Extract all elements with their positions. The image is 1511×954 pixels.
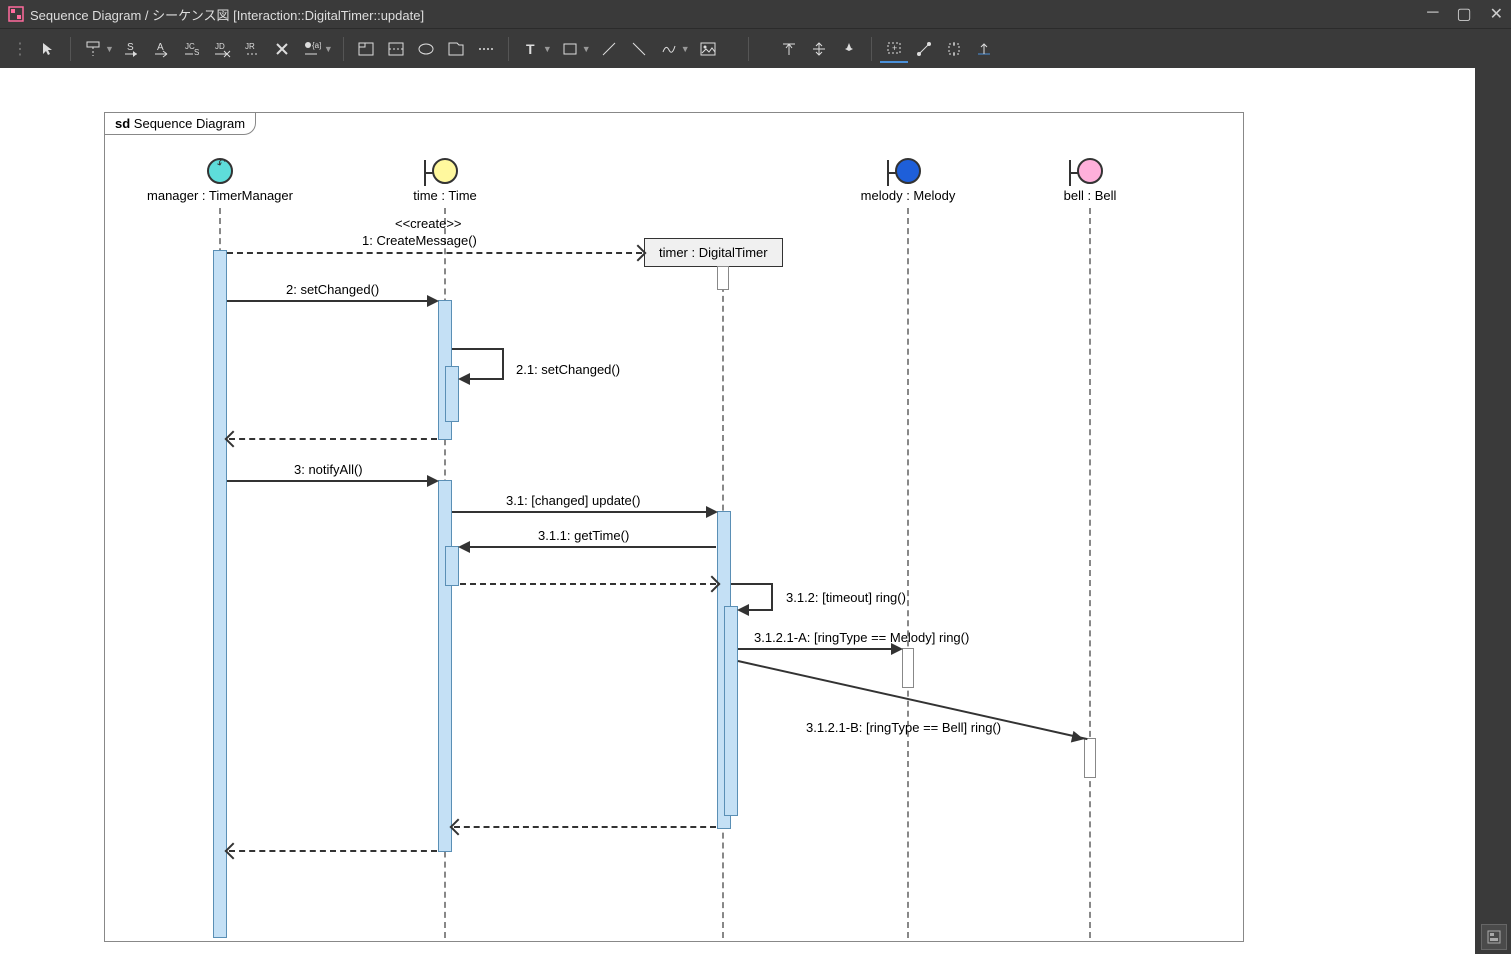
curve-dropdown[interactable]: ▼ [681, 44, 690, 54]
boundary-icon [895, 158, 921, 184]
found-message-tool[interactable]: {a} [298, 35, 326, 63]
diagram-canvas[interactable]: sd Sequence Diagram ↶ manager : TimerMan… [0, 68, 1475, 954]
activation-manager[interactable] [213, 250, 227, 938]
control-icon: ↶ [207, 158, 233, 184]
close-button[interactable]: ✕ [1490, 4, 1503, 24]
lifeline-tool[interactable] [79, 35, 107, 63]
svg-text:JD: JD [215, 42, 225, 51]
align-top-tool[interactable] [775, 35, 803, 63]
destroy-message-tool[interactable]: JD [208, 35, 236, 63]
msg-3-1[interactable] [452, 511, 716, 513]
interaction-use-tool[interactable] [442, 35, 470, 63]
lifeline-dash-bell [1089, 208, 1091, 938]
titlebar: Sequence Diagram / シーケンス図 [Interaction::… [0, 0, 1511, 28]
lifeline-label: manager : TimerManager [130, 188, 310, 203]
msg-2-1-label: 2.1: setChanged() [516, 362, 620, 377]
activation-timer-3[interactable] [724, 606, 738, 816]
activation-time-3[interactable] [438, 480, 452, 852]
crop-tool[interactable] [940, 35, 968, 63]
text-tool[interactable]: T [517, 35, 545, 63]
combined-fragment-tool[interactable] [382, 35, 410, 63]
lifeline-label: timer : DigitalTimer [659, 245, 768, 260]
message-dropdown[interactable]: ▼ [324, 44, 333, 54]
lifeline-bell[interactable]: bell : Bell [1050, 158, 1130, 203]
svg-text:S: S [127, 42, 134, 53]
activation-melody[interactable] [902, 648, 914, 688]
msg-3-1-1[interactable] [460, 546, 716, 548]
msg-3-1-2-1a-label: 3.1.2.1-A: [ringType == Melody] ring() [754, 630, 969, 645]
msg-3-label: 3: notifyAll() [294, 462, 363, 477]
line2-tool[interactable] [625, 35, 653, 63]
msg-3-1-2-label: 3.1.2: [timeout] ring() [786, 590, 906, 605]
frame-tool[interactable] [352, 35, 380, 63]
async-message-tool[interactable]: A [148, 35, 176, 63]
msg-3-1-label: 3.1: [changed] update() [506, 493, 640, 508]
activation-time-4[interactable] [445, 546, 459, 586]
overview-button[interactable] [1481, 924, 1507, 950]
msg-2-return[interactable] [229, 438, 437, 440]
svg-text:JR: JR [245, 42, 255, 51]
vertical-scrollbar[interactable] [1475, 68, 1511, 954]
line-tool[interactable] [595, 35, 623, 63]
svg-text:T: T [526, 41, 535, 57]
lifeline-label: bell : Bell [1050, 188, 1130, 203]
boundary-icon [1077, 158, 1103, 184]
msg-2-label: 2: setChanged() [286, 282, 379, 297]
app-icon [8, 6, 24, 22]
boundary-icon [432, 158, 458, 184]
lifeline-label: melody : Melody [848, 188, 968, 203]
sync-message-tool[interactable]: S [118, 35, 146, 63]
create-message-tool[interactable]: JCS [178, 35, 206, 63]
pointer-tool[interactable] [34, 35, 62, 63]
window-controls: ─ ▢ ✕ [1427, 4, 1503, 24]
toolbar-handle[interactable]: ⋮ [12, 39, 28, 59]
window-title: Sequence Diagram / シーケンス図 [Interaction::… [30, 5, 424, 24]
rect-tool[interactable] [556, 35, 584, 63]
state-invariant-tool[interactable] [412, 35, 440, 63]
image-tool[interactable] [694, 35, 722, 63]
lifeline-dropdown[interactable]: ▼ [105, 44, 114, 54]
rect-dropdown[interactable]: ▼ [582, 44, 591, 54]
msg-3-1-2-1a[interactable] [738, 648, 901, 650]
maximize-button[interactable]: ▢ [1456, 4, 1471, 24]
svg-text:{a}: {a} [312, 41, 321, 50]
msg-1[interactable] [227, 252, 642, 254]
note-tool[interactable] [472, 35, 500, 63]
fit-tool[interactable]: + [880, 35, 908, 63]
create-stereotype: <<create>> [395, 216, 462, 231]
pin-tool[interactable] [835, 35, 863, 63]
minimize-button[interactable]: ─ [1427, 4, 1438, 24]
freehand-tool[interactable] [655, 35, 683, 63]
svg-text:+: + [892, 43, 897, 53]
lifeline-dash-melody [907, 208, 909, 938]
msg-1-label: 1: CreateMessage() [362, 233, 477, 248]
lifeline-time[interactable]: time : Time [400, 158, 490, 203]
svg-text:S: S [194, 48, 199, 57]
destroy-tool[interactable] [268, 35, 296, 63]
msg-3[interactable] [227, 480, 437, 482]
msg-3-1-2-1b-label: 3.1.2.1-B: [ringType == Bell] ring() [806, 720, 1001, 735]
toolbar: ⋮ ▼ S A JCS JD JR {a} ▼ T ▼ ▼ ▼ + [0, 28, 1511, 68]
msg-3-1-2-1b-arrow [1071, 731, 1085, 745]
lifeline-timer[interactable]: timer : DigitalTimer [644, 238, 783, 267]
overview-tool[interactable] [970, 35, 998, 63]
activation-time-2[interactable] [445, 366, 459, 422]
text-dropdown[interactable]: ▼ [543, 44, 552, 54]
diagram-canvas-container: sd Sequence Diagram ↶ manager : TimerMan… [0, 68, 1475, 954]
msg-2[interactable] [227, 300, 437, 302]
reply-message-tool[interactable]: JR [238, 35, 266, 63]
msg-3-1-1-return[interactable] [460, 583, 716, 585]
align-mid-tool[interactable] [805, 35, 833, 63]
lifeline-manager[interactable]: ↶ manager : TimerManager [130, 158, 310, 203]
activation-timer-create[interactable] [717, 266, 729, 290]
sequence-frame[interactable]: sd Sequence Diagram [104, 112, 1244, 942]
lifeline-label: time : Time [400, 188, 490, 203]
msg-3-return[interactable] [229, 850, 437, 852]
activation-bell[interactable] [1084, 738, 1096, 778]
lifeline-melody[interactable]: melody : Melody [848, 158, 968, 203]
msg-3-1-return[interactable] [454, 826, 716, 828]
zoom-tool[interactable] [910, 35, 938, 63]
msg-3-1-1-label: 3.1.1: getTime() [538, 528, 629, 543]
frame-label: sd Sequence Diagram [104, 112, 256, 135]
